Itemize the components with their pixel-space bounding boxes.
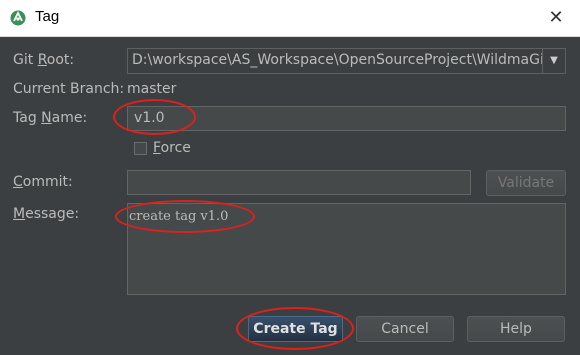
validate-button[interactable]: Validate [486,170,566,196]
help-button[interactable]: Help [467,316,565,342]
chevron-down-icon[interactable]: ▼ [542,49,565,73]
close-button[interactable]: ✕ [546,8,566,28]
force-label: Force [153,140,191,156]
commit-label: Commit: [13,174,73,190]
force-checkbox[interactable] [134,142,147,155]
title-bar: Tag ✕ [0,0,580,37]
current-branch-label: Current Branch: [13,81,125,97]
current-branch-value: master [127,81,177,97]
tag-name-input[interactable]: v1.0 [127,106,566,131]
cancel-button[interactable]: Cancel [356,316,454,342]
window-title: Tag [35,8,60,25]
tag-name-label: Tag Name: [13,110,88,126]
git-root-value: D:\workspace\AS_Workspace\OpenSourceProj… [132,52,542,68]
android-studio-icon [10,10,26,26]
git-root-label: Git Root: [13,52,75,68]
message-textarea[interactable]: create tag v1.0 [127,203,566,295]
create-tag-button[interactable]: Create Tag [248,316,343,342]
message-label: Message: [13,206,80,222]
git-root-combo[interactable]: D:\workspace\AS_Workspace\OpenSourceProj… [127,48,566,74]
commit-input[interactable] [127,170,471,195]
